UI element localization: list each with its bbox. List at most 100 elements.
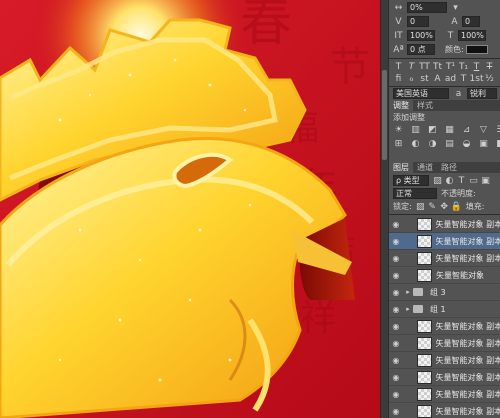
- lock-brush-icon[interactable]: ✎: [427, 201, 438, 212]
- layer-thumbnail[interactable]: [416, 251, 432, 265]
- tab-paths[interactable]: 路径: [437, 162, 461, 173]
- layer-group-row[interactable]: ◉ ▸ 组 3: [389, 284, 500, 301]
- layer-thumbnail[interactable]: [416, 336, 432, 350]
- layer-thumbnail[interactable]: [416, 319, 432, 333]
- all-caps-icon[interactable]: TT: [419, 61, 430, 72]
- adjustment-icon[interactable]: ⊿: [461, 125, 472, 136]
- layer-thumbnail[interactable]: [416, 217, 432, 231]
- eye-icon[interactable]: ◉: [389, 305, 403, 314]
- filter-smart-icon[interactable]: ▣: [480, 175, 491, 186]
- layer-row[interactable]: ◉ 矢量智能对象 副本: [389, 233, 500, 250]
- adjustment-icon[interactable]: ◒: [461, 139, 472, 150]
- scrollbar-thumb[interactable]: [382, 70, 387, 160]
- layer-row[interactable]: ◉ 矢量智能对象 副本: [389, 216, 500, 233]
- anti-alias-dropdown[interactable]: 锐利: [467, 88, 497, 99]
- superscript-icon[interactable]: T¹: [445, 61, 456, 72]
- kind-filter-dropdown[interactable]: ρ 类型: [393, 175, 429, 186]
- strikethrough-icon[interactable]: T: [484, 61, 495, 72]
- spacing-field[interactable]: 0: [407, 16, 429, 27]
- layer-name[interactable]: 组 1: [430, 304, 446, 315]
- adjustment-icon[interactable]: ☀: [393, 125, 404, 136]
- ordinals-icon[interactable]: T: [458, 73, 469, 84]
- adjustment-icon[interactable]: ▣: [478, 139, 489, 150]
- adjustment-icon[interactable]: ◩: [427, 125, 438, 136]
- adjustment-icon[interactable]: ▤: [444, 139, 455, 150]
- adjustment-icon[interactable]: ▥: [410, 125, 421, 136]
- tab-channels[interactable]: 通道: [413, 162, 437, 173]
- layer-thumbnail[interactable]: [416, 404, 432, 418]
- expand-triangle-icon[interactable]: ▸: [403, 305, 413, 313]
- layer-name[interactable]: 矢量智能对象 副本: [436, 253, 500, 264]
- layer-thumbnail[interactable]: [416, 387, 432, 401]
- lock-transparency-icon[interactable]: ▨: [415, 201, 426, 212]
- eye-icon[interactable]: ◉: [389, 288, 403, 297]
- half-icon[interactable]: ½: [484, 73, 495, 84]
- layer-name[interactable]: 矢量智能对象 副本: [436, 321, 500, 332]
- small-caps-icon[interactable]: Tt: [432, 61, 443, 72]
- adjustment-icon[interactable]: ◧: [495, 139, 500, 150]
- tab-layers[interactable]: 图层: [389, 162, 413, 173]
- horizontal-scale-field[interactable]: 100%: [458, 30, 486, 41]
- faux-italic-icon[interactable]: T: [406, 61, 417, 72]
- titling-icon[interactable]: ad: [445, 73, 456, 84]
- layer-row[interactable]: ◉ 矢量智能对象 副本: [389, 386, 500, 403]
- subscript-icon[interactable]: T₁: [458, 61, 469, 72]
- layer-thumbnail[interactable]: [416, 353, 432, 367]
- eye-icon[interactable]: ◉: [389, 322, 403, 331]
- adjustment-icon[interactable]: ☰: [495, 125, 500, 136]
- layer-thumbnail[interactable]: [416, 234, 432, 248]
- percent-field[interactable]: 0%: [407, 2, 447, 13]
- layer-name[interactable]: 矢量智能对象 副本: [436, 406, 500, 417]
- adjustment-icon[interactable]: ▽: [478, 125, 489, 136]
- tab-adjustments[interactable]: 调整: [389, 100, 413, 111]
- layer-name[interactable]: 矢量智能对象 副本: [436, 219, 500, 230]
- layer-group-row[interactable]: ◉ ▸ 组 1: [389, 301, 500, 318]
- layer-row[interactable]: ◉ 矢量智能对象 副本: [389, 318, 500, 335]
- adjustment-icon[interactable]: ◐: [410, 139, 421, 150]
- text-color-swatch[interactable]: [465, 45, 488, 54]
- alternates-icon[interactable]: A: [432, 73, 443, 84]
- layer-name[interactable]: 矢量智能对象 副本: [436, 372, 500, 383]
- filter-pixel-icon[interactable]: ▨: [432, 175, 443, 186]
- fraction-icon[interactable]: 1st: [470, 73, 484, 84]
- adjustment-icon[interactable]: ⊞: [393, 139, 404, 150]
- eye-icon[interactable]: ◉: [389, 390, 403, 399]
- filter-adjust-icon[interactable]: ◐: [444, 175, 455, 186]
- eye-icon[interactable]: ◉: [389, 254, 403, 263]
- expand-triangle-icon[interactable]: ▸: [403, 288, 413, 296]
- layer-row[interactable]: ◉ 矢量智能对象 副本: [389, 403, 500, 418]
- dropdown-arrow-icon[interactable]: ▾: [450, 2, 461, 13]
- ligature-icon[interactable]: fi: [393, 73, 404, 84]
- filter-shape-icon[interactable]: ▭: [468, 175, 479, 186]
- layer-name[interactable]: 矢量智能对象 副本: [436, 338, 500, 349]
- layer-name[interactable]: 矢量智能对象 副本: [436, 389, 500, 400]
- eye-icon[interactable]: ◉: [389, 237, 403, 246]
- layer-name[interactable]: 组 3: [430, 287, 446, 298]
- layer-name[interactable]: 矢量智能对象: [436, 270, 484, 281]
- layer-row[interactable]: ◉ 矢量智能对象 副本: [389, 250, 500, 267]
- language-dropdown[interactable]: 美国英语: [393, 88, 449, 99]
- tracking-field[interactable]: 0: [462, 16, 480, 27]
- eye-icon[interactable]: ◉: [389, 220, 403, 229]
- adjustment-icon[interactable]: ◑: [427, 139, 438, 150]
- layer-row[interactable]: ◉ 矢量智能对象 副本: [389, 335, 500, 352]
- adjustment-icon[interactable]: ▦: [444, 125, 455, 136]
- blend-mode-dropdown[interactable]: 正常: [393, 188, 437, 199]
- layer-thumbnail[interactable]: [416, 370, 432, 384]
- layer-row[interactable]: ◉ 矢量智能对象 副本: [389, 369, 500, 386]
- layer-thumbnail[interactable]: [417, 268, 432, 282]
- faux-bold-icon[interactable]: T: [393, 61, 404, 72]
- eye-icon[interactable]: ◉: [389, 339, 403, 348]
- canvas-vertical-scrollbar[interactable]: [380, 0, 388, 418]
- lock-all-icon[interactable]: 🔒: [451, 201, 462, 212]
- lock-move-icon[interactable]: ✥: [439, 201, 450, 212]
- document-canvas[interactable]: 春 节 福 年 吉 祥 如: [0, 0, 380, 418]
- tab-styles[interactable]: 样式: [413, 100, 437, 111]
- eye-icon[interactable]: ◉: [389, 407, 403, 416]
- layer-row[interactable]: ◉ 矢量智能对象 副本: [389, 352, 500, 369]
- eye-icon[interactable]: ◉: [389, 271, 403, 280]
- underline-icon[interactable]: T: [471, 61, 482, 72]
- eye-icon[interactable]: ◉: [389, 373, 403, 382]
- vertical-scale-field[interactable]: 100%: [407, 30, 435, 41]
- layer-name[interactable]: 矢量智能对象 副本: [436, 355, 500, 366]
